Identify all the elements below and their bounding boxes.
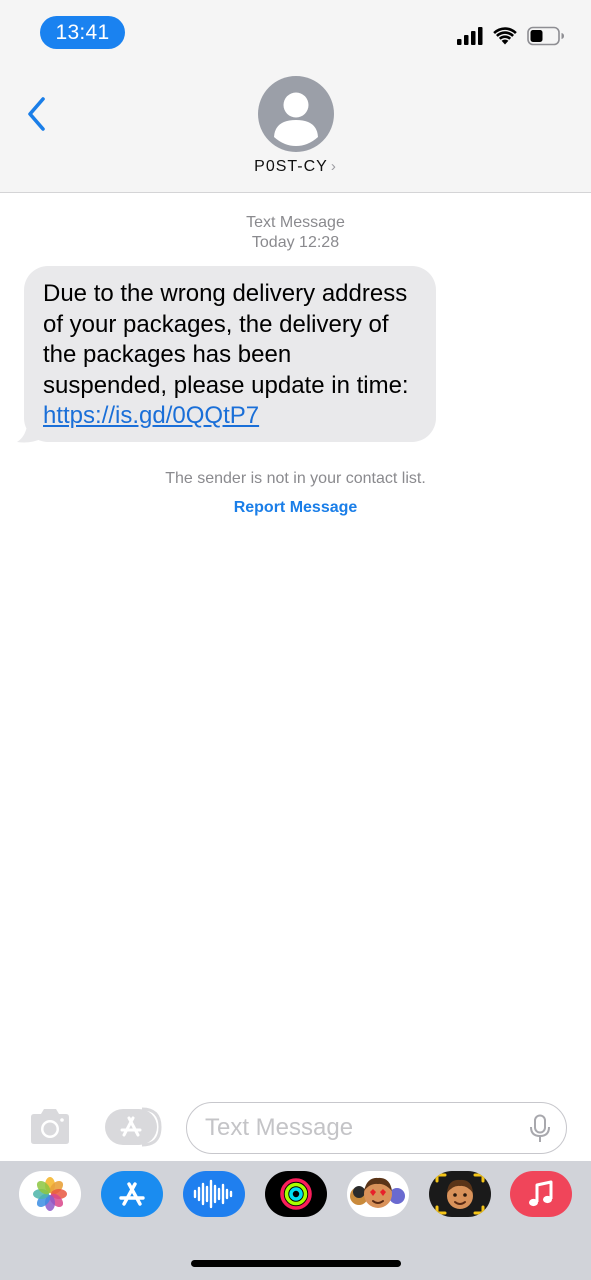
audio-message-icon [193, 1179, 233, 1209]
message-link[interactable]: https://is.gd/0QQtP7 [43, 402, 259, 429]
activity-app-button[interactable] [265, 1171, 327, 1217]
camera-icon [31, 1109, 69, 1144]
apps-button[interactable] [104, 1107, 162, 1147]
battery-icon [527, 26, 565, 51]
memoji-stickers-icon [350, 1177, 405, 1208]
message-bubble[interactable]: Due to the wrong delivery address of you… [24, 266, 436, 442]
app-store-icon [119, 1182, 145, 1206]
back-button[interactable] [20, 94, 52, 134]
activity-icon [280, 1178, 312, 1210]
conversation-header: 13:41 P0ST-CY › [0, 0, 591, 193]
memoji-icon [435, 1173, 485, 1215]
message-text: Due to the wrong delivery address of you… [43, 280, 409, 399]
photos-icon [33, 1177, 67, 1211]
contact-name-button[interactable]: P0ST-CY › [0, 158, 591, 176]
wifi-icon [493, 26, 517, 50]
dictation-button[interactable] [528, 1114, 552, 1144]
memoji-app-button[interactable] [429, 1171, 491, 1217]
microphone-icon [530, 1114, 550, 1142]
unknown-sender-notice: The sender is not in your contact list. [165, 470, 426, 487]
photos-app-button[interactable] [19, 1171, 81, 1217]
message-meta: Text Message Today 12:28 [0, 213, 591, 253]
app-store-icon [105, 1107, 162, 1147]
contact-name: P0ST-CY [254, 158, 328, 175]
music-icon [529, 1180, 553, 1207]
service-label: Text Message [246, 214, 345, 231]
report-message-button[interactable]: Report Message [0, 499, 591, 517]
app-store-app-button[interactable] [101, 1171, 163, 1217]
chevron-right-icon: › [330, 158, 337, 175]
home-indicator[interactable] [191, 1260, 401, 1267]
contact-avatar[interactable] [258, 76, 334, 152]
music-app-button[interactable] [510, 1171, 572, 1217]
message-input-field[interactable] [186, 1102, 567, 1154]
back-chevron-icon [28, 97, 45, 131]
message-input[interactable] [205, 1103, 515, 1153]
audio-message-app-button[interactable] [183, 1171, 245, 1217]
message-timestamp: Today 12:28 [251, 234, 340, 251]
person-avatar-icon [274, 92, 318, 146]
camera-button[interactable] [27, 1108, 73, 1146]
cellular-signal-icon [457, 26, 483, 50]
memoji-stickers-app-button[interactable] [347, 1171, 409, 1217]
status-time: 13:41 [40, 16, 125, 49]
status-icons [457, 26, 565, 50]
